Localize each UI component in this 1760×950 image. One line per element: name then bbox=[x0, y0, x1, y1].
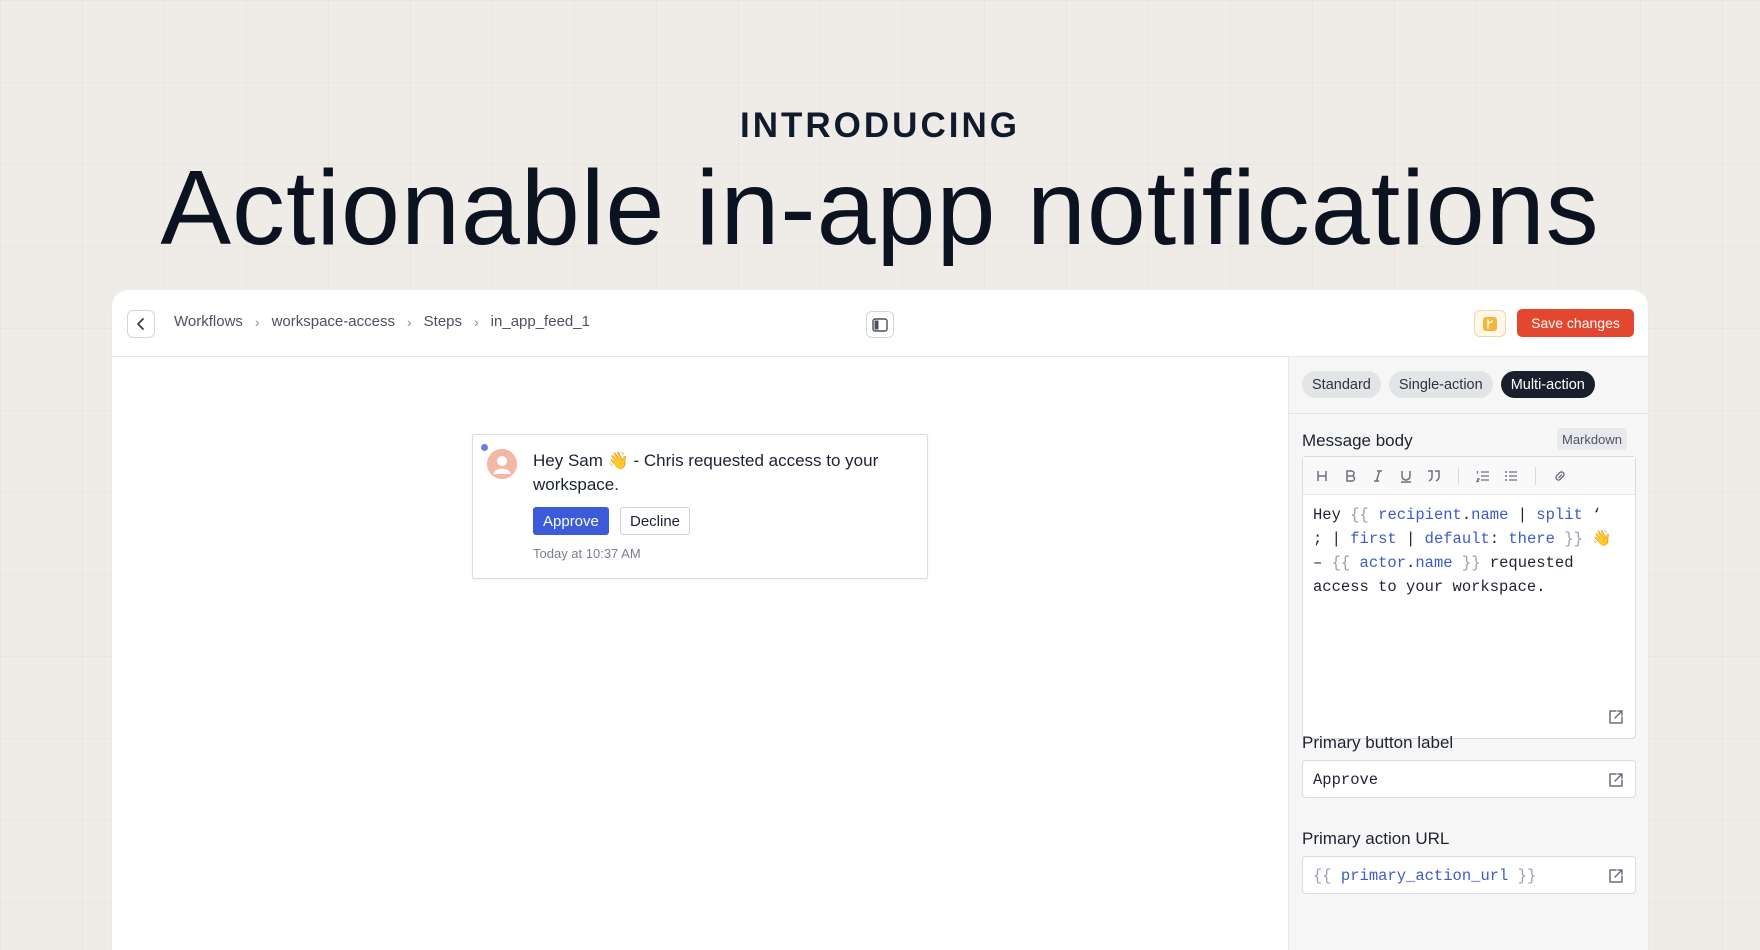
breadcrumb: Workflows › workspace-access › Steps › i… bbox=[174, 313, 590, 330]
preview-canvas: Hey Sam 👋 - Chris requested access to yo… bbox=[112, 357, 1288, 950]
tab-single-action[interactable]: Single-action bbox=[1388, 371, 1493, 398]
bold-icon[interactable] bbox=[1340, 466, 1360, 486]
primary-button-label-title: Primary button label bbox=[1302, 733, 1454, 752]
tab-standard[interactable]: Standard bbox=[1302, 371, 1381, 398]
primary-action-url-input[interactable]: {{ primary_action_url }} bbox=[1302, 856, 1636, 894]
chevron-right-icon: › bbox=[254, 313, 260, 330]
chevron-right-icon: › bbox=[474, 313, 479, 330]
breadcrumb-workflow[interactable]: workspace-access bbox=[272, 313, 395, 330]
headline: Actionable in-app notifications bbox=[160, 149, 1600, 267]
decline-button[interactable]: Decline bbox=[620, 507, 691, 535]
breadcrumb-workflows[interactable]: Workflows bbox=[174, 313, 243, 330]
chevron-right-icon: › bbox=[406, 313, 412, 330]
notification-type-tabs: Standard Single-action Multi-action bbox=[1302, 371, 1595, 398]
toolbar-separator bbox=[1535, 466, 1536, 485]
avatar bbox=[487, 449, 517, 479]
git-branch-icon bbox=[1483, 316, 1497, 331]
sidebar-panel-icon bbox=[872, 317, 888, 332]
app-window: Workflows › workspace-access › Steps › i… bbox=[112, 290, 1648, 950]
notification-timestamp: Today at 10:37 AM bbox=[533, 546, 641, 561]
message-body-content[interactable]: Hey {{ recipient.name | split ‘ ; | firs… bbox=[1313, 503, 1629, 599]
save-button[interactable]: Save changes bbox=[1517, 309, 1634, 337]
heading-icon[interactable] bbox=[1312, 466, 1332, 486]
primary-button-label-value: Approve bbox=[1313, 771, 1379, 789]
unread-dot bbox=[481, 444, 488, 451]
link-icon[interactable] bbox=[1550, 466, 1570, 486]
panel-toggle-button[interactable] bbox=[866, 311, 894, 338]
bullet-list-icon[interactable] bbox=[1501, 466, 1521, 486]
primary-action-url-value: {{ primary_action_url }} bbox=[1313, 867, 1537, 885]
back-button[interactable] bbox=[127, 310, 155, 338]
editor-toolbar bbox=[1303, 457, 1635, 495]
primary-button-label-input[interactable]: Approve bbox=[1302, 760, 1636, 798]
top-bar: Workflows › workspace-access › Steps › i… bbox=[112, 290, 1648, 357]
eyebrow: INTRODUCING bbox=[740, 106, 1020, 145]
message-body-editor[interactable]: Hey {{ recipient.name | split ‘ ; | firs… bbox=[1302, 456, 1636, 739]
toolbar-separator bbox=[1458, 466, 1459, 485]
markdown-badge: Markdown bbox=[1557, 428, 1627, 450]
underline-icon[interactable] bbox=[1396, 466, 1416, 486]
message-body-label: Message body bbox=[1302, 431, 1413, 450]
italic-icon[interactable] bbox=[1368, 466, 1388, 486]
user-avatar-icon bbox=[487, 449, 517, 479]
branch-button[interactable] bbox=[1474, 310, 1506, 337]
ordered-list-icon[interactable] bbox=[1473, 466, 1493, 486]
external-link-icon[interactable] bbox=[1607, 867, 1625, 885]
divider bbox=[1289, 413, 1648, 414]
notification-card[interactable]: Hey Sam 👋 - Chris requested access to yo… bbox=[472, 434, 928, 579]
breadcrumb-steps[interactable]: Steps bbox=[424, 313, 462, 330]
quote-icon[interactable] bbox=[1424, 466, 1444, 486]
tab-multi-action[interactable]: Multi-action bbox=[1500, 371, 1595, 398]
external-link-icon[interactable] bbox=[1607, 771, 1625, 789]
notification-message: Hey Sam 👋 - Chris requested access to yo… bbox=[533, 451, 879, 494]
chevron-left-icon bbox=[137, 318, 144, 330]
approve-button[interactable]: Approve bbox=[533, 507, 609, 535]
external-link-icon[interactable] bbox=[1607, 708, 1625, 726]
primary-action-url-title: Primary action URL bbox=[1302, 829, 1450, 848]
breadcrumb-step: in_app_feed_1 bbox=[490, 313, 590, 330]
settings-sidebar: Standard Single-action Multi-action Mess… bbox=[1288, 357, 1648, 950]
